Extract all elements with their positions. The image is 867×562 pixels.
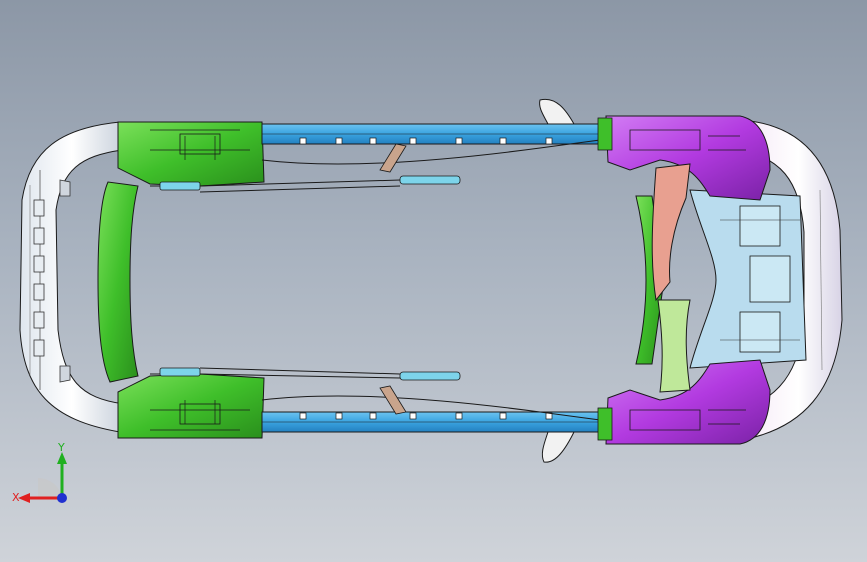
x-axis-label: X [12, 491, 20, 504]
upper-side-step[interactable] [539, 98, 575, 125]
lower-rail-end-cap [597, 407, 613, 441]
lower-diagonal-bracket [379, 385, 407, 415]
z-axis-dot [57, 493, 67, 503]
front-crossmember[interactable] [97, 181, 139, 383]
cad-viewport[interactable]: Y X [0, 0, 867, 562]
rear-floor-panel[interactable] [689, 189, 807, 369]
center-support[interactable] [657, 299, 691, 393]
upper-side-rail[interactable] [261, 123, 611, 145]
lower-side-step[interactable] [541, 431, 575, 463]
front-right-wheel-arch[interactable] [117, 373, 265, 439]
center-tunnel[interactable] [651, 163, 691, 302]
upper-rail-end-cap [597, 117, 613, 151]
upper-diagonal-bracket [379, 143, 407, 173]
triad-graphic [18, 452, 67, 503]
front-left-wheel-arch[interactable] [117, 121, 265, 187]
y-axis-label: Y [58, 441, 65, 454]
rear-left-wheel-arch[interactable] [605, 115, 771, 201]
cable-clips [159, 175, 461, 381]
lower-side-rail[interactable] [261, 411, 611, 433]
chassis-model[interactable] [0, 0, 867, 562]
axis-triad: Y X [10, 440, 80, 510]
